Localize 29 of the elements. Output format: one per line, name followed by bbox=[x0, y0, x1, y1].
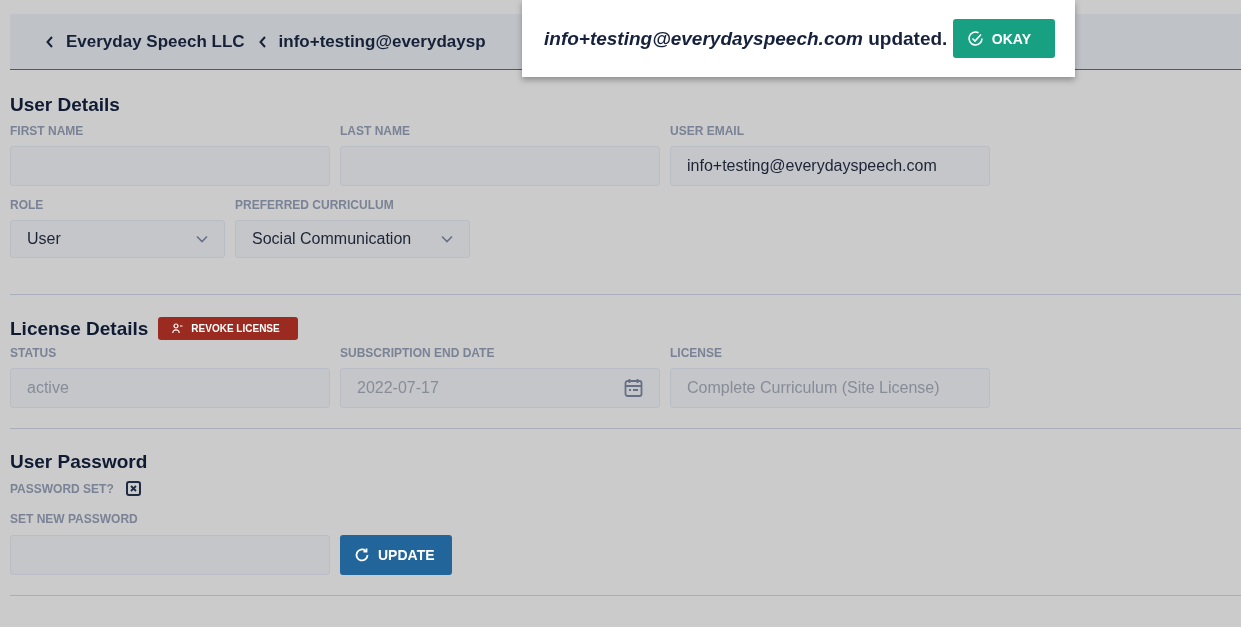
x-icon bbox=[129, 485, 137, 492]
breadcrumb-link[interactable]: Everyday Speech LLC bbox=[66, 31, 245, 52]
field-label: PASSWORD SET? bbox=[10, 481, 114, 496]
check-circle-icon bbox=[966, 30, 984, 47]
field-label: USER EMAIL bbox=[670, 124, 745, 138]
field-label: STATUS bbox=[10, 346, 58, 360]
field-label: ROLE bbox=[10, 198, 45, 212]
field-label: LICENSE bbox=[670, 346, 723, 360]
section-title: User Password bbox=[10, 451, 149, 473]
chevron-down-icon bbox=[441, 235, 453, 243]
section-title: License Details bbox=[10, 317, 149, 340]
update-button[interactable]: UPDATE bbox=[340, 535, 452, 575]
chevron-left-icon[interactable] bbox=[258, 35, 267, 48]
field-label: FIRST NAME bbox=[10, 124, 85, 138]
field-label: LAST NAME bbox=[340, 124, 411, 138]
refresh-icon bbox=[354, 547, 370, 563]
text-field[interactable]: info+testing@everydayspeech.com bbox=[670, 146, 990, 186]
field-label: PREFERRED CURRICULUM bbox=[235, 198, 395, 212]
select-dropdown[interactable]: Social Communication bbox=[235, 220, 470, 258]
field-label: SET NEW PASSWORD bbox=[10, 512, 138, 526]
chevron-down-icon bbox=[196, 235, 208, 243]
toast-message: info+testing@everydayspeech.com updated. bbox=[544, 27, 948, 50]
section-title: User Details bbox=[10, 94, 121, 116]
revoke-license-button[interactable]: REVOKE LICENSE bbox=[158, 317, 298, 340]
select-dropdown[interactable]: User bbox=[10, 220, 225, 258]
chevron-left-icon[interactable] bbox=[46, 35, 54, 48]
user-minus-icon bbox=[172, 323, 184, 334]
field-label: SUBSCRIPTION END DATE bbox=[340, 346, 496, 360]
breadcrumb-link[interactable]: info+testing@everydaysp bbox=[278, 31, 486, 52]
